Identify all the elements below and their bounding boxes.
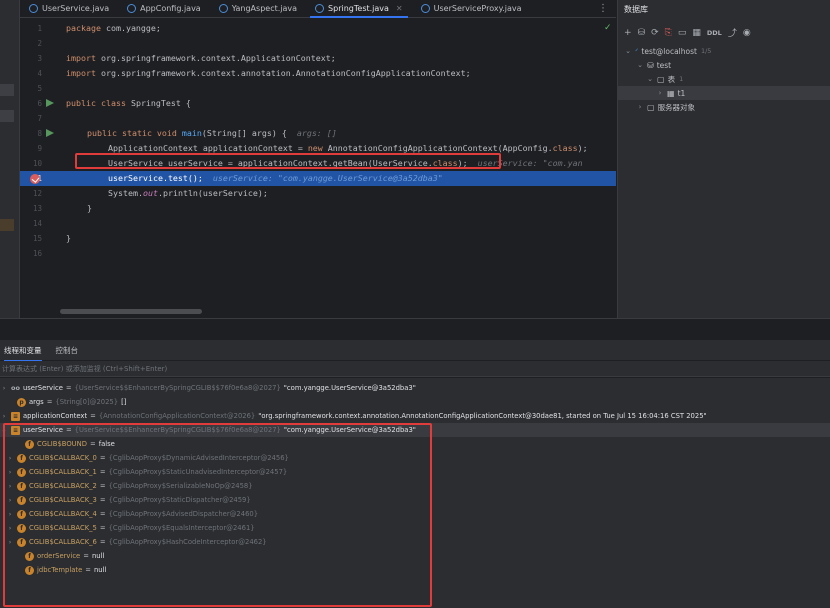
- chevron-right-icon[interactable]: ›: [0, 412, 8, 420]
- folder-icon: ▢: [647, 102, 655, 112]
- tree-item-connection[interactable]: ⌄ ᐟ test@localhost 1/5: [618, 44, 830, 58]
- datasource-icon[interactable]: ⛁: [638, 28, 646, 38]
- close-tab-icon[interactable]: ✕: [396, 4, 403, 13]
- parameter-icon: p: [17, 397, 26, 407]
- run-main-icon[interactable]: [46, 129, 54, 137]
- tab-appconfig[interactable]: AppConfig.java: [118, 0, 210, 17]
- tab-springtest[interactable]: SpringTest.java ✕: [306, 0, 412, 18]
- add-icon[interactable]: +: [624, 28, 632, 38]
- tab-userserviceproxy[interactable]: UserServiceProxy.java: [412, 0, 531, 17]
- java-class-icon: [420, 4, 430, 13]
- var-row[interactable]: › ≡ applicationContext = {AnnotationConfigAp…: [0, 409, 830, 423]
- database-toolbar: + ⛁ ⟳ ⎘ ▭ ▦ DDL ⤴ ◉: [624, 26, 751, 40]
- horizontal-scrollbar[interactable]: [60, 309, 202, 314]
- chevron-down-icon[interactable]: ⌄: [636, 61, 644, 69]
- code-line-4: 4 import org.springframework.context.anno…: [37, 68, 471, 78]
- strip-marker: [0, 110, 14, 122]
- tab-userservice[interactable]: UserService.java: [20, 0, 118, 17]
- code-line-2: 2: [37, 39, 42, 48]
- table-icon: ▦: [667, 88, 675, 98]
- console-icon[interactable]: ▭: [678, 28, 687, 38]
- view-options-icon[interactable]: ◉: [743, 28, 751, 38]
- tree-item-t1[interactable]: › ▦ t1: [618, 86, 830, 100]
- code-line-3: 3 import org.springframework.context.Appl…: [37, 53, 336, 63]
- annotation-highlight-box: [3, 423, 432, 607]
- java-class-icon: [29, 4, 38, 13]
- code-line-6: 6 public class SpringTest {: [37, 98, 191, 108]
- tab-console[interactable]: 控制台: [56, 345, 79, 356]
- strip-marker: [0, 84, 14, 96]
- table-icon[interactable]: ▦: [692, 28, 701, 38]
- panel-divider: [0, 318, 830, 340]
- connection-icon: ᐟ: [635, 46, 639, 56]
- var-row[interactable]: › oo userService = {UserService$$EnhancerByS…: [0, 381, 830, 395]
- chevron-right-icon[interactable]: ›: [656, 89, 664, 97]
- chevron-down-icon[interactable]: ⌄: [624, 47, 632, 55]
- java-class-icon: [127, 4, 137, 13]
- variable-icon: ≡: [11, 411, 20, 421]
- evaluate-expression-input[interactable]: 计算表达式 (Enter) 或添加监视 (Ctrl+Shift+Enter): [0, 361, 830, 377]
- java-class-icon: [315, 4, 325, 13]
- database-panel: 数据库 + ⛁ ⟳ ⎘ ▭ ▦ DDL ⤴ ◉ ⌄ ᐟ test@localhost…: [617, 0, 830, 318]
- tab-threads-variables[interactable]: 线程和变量: [4, 345, 42, 362]
- panel-title: 数据库: [624, 5, 648, 14]
- tree-item-server-objects[interactable]: › ▢ 服务器对象: [618, 100, 830, 114]
- code-line-13: 13}: [32, 203, 92, 213]
- chevron-down-icon[interactable]: ⌄: [646, 75, 654, 83]
- annotation-highlight-box: [75, 153, 501, 169]
- watch-icon: oo: [11, 384, 20, 392]
- left-tool-strip: [0, 0, 20, 318]
- jump-icon[interactable]: ⤴: [728, 26, 737, 39]
- strip-marker: [0, 219, 14, 231]
- stop-icon[interactable]: ⎘: [665, 28, 672, 38]
- ddl-button[interactable]: DDL: [707, 29, 722, 37]
- code-line-11-current: 11userService.test(); userService: "com.…: [20, 171, 616, 186]
- code-line-15: 15}: [32, 233, 71, 243]
- var-row[interactable]: p args = {String[0]@2025}[]: [0, 395, 830, 409]
- run-class-icon[interactable]: [46, 99, 54, 107]
- refresh-icon[interactable]: ⟳: [651, 28, 659, 38]
- folder-icon: ▢: [657, 74, 665, 84]
- code-line-16: 16: [32, 249, 42, 258]
- code-line-7: 7: [37, 114, 42, 123]
- more-tabs-icon[interactable]: ⋮: [598, 3, 608, 14]
- code-line-8: 8 public static void main(String[] args) …: [37, 128, 337, 138]
- code-line-5: 5: [37, 84, 42, 93]
- code-line-14: 14: [32, 219, 42, 228]
- tree-item-schema[interactable]: ⌄ ⛁ test: [618, 58, 830, 72]
- code-line-1: 1 package com.yangge;: [37, 23, 161, 33]
- code-line-12: 12 System.out.println(userService);: [32, 188, 268, 198]
- tree-item-tables[interactable]: ⌄ ▢ 表 1: [618, 72, 830, 86]
- tab-yangaspect[interactable]: YangAspect.java: [210, 0, 306, 17]
- debug-tab-bar: 线程和变量 控制台: [0, 340, 830, 362]
- chevron-right-icon[interactable]: ›: [636, 103, 644, 111]
- editor-tab-bar: UserService.java AppConfig.java YangAspe…: [20, 0, 616, 18]
- schema-icon: ⛁: [647, 60, 654, 70]
- java-class-icon: [218, 4, 228, 13]
- inspection-ok-icon[interactable]: ✓: [604, 23, 612, 33]
- breakpoint-icon[interactable]: [30, 174, 40, 184]
